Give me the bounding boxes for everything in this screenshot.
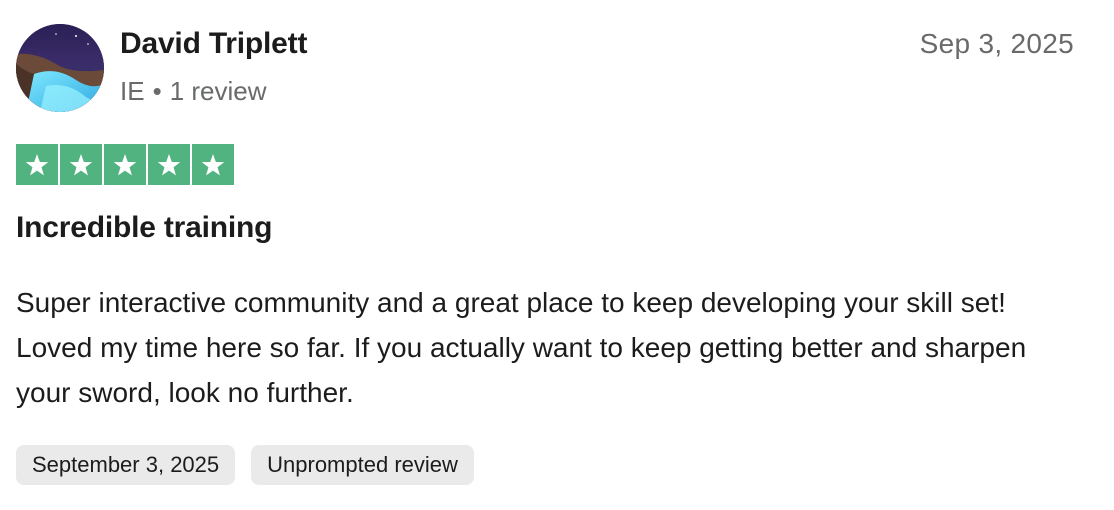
author-country: IE: [120, 76, 145, 106]
author-meta: IE • 1 review: [120, 74, 267, 108]
review-date: Sep 3, 2025: [919, 28, 1074, 59]
avatar-image: [16, 24, 104, 112]
avatar[interactable]: [16, 24, 104, 112]
star-icon: [60, 144, 102, 185]
review-tags: September 3, 2025 Unprompted review: [16, 445, 474, 485]
author-review-count: 1 review: [169, 76, 267, 106]
star-icon: [104, 144, 146, 185]
author-name[interactable]: David Triplett: [120, 24, 307, 64]
review-type-tag[interactable]: Unprompted review: [251, 445, 474, 485]
star-icon: [192, 144, 234, 185]
star-rating: [16, 144, 234, 185]
review-card: David Triplett IE • 1 review Sep 3, 2025…: [0, 0, 1114, 510]
review-body: Super interactive community and a great …: [16, 287, 1027, 408]
meta-separator: •: [152, 76, 162, 106]
star-icon: [16, 144, 58, 185]
experience-date-tag: September 3, 2025: [16, 445, 236, 485]
review-title[interactable]: Incredible training: [16, 206, 272, 250]
star-icon: [148, 144, 190, 185]
